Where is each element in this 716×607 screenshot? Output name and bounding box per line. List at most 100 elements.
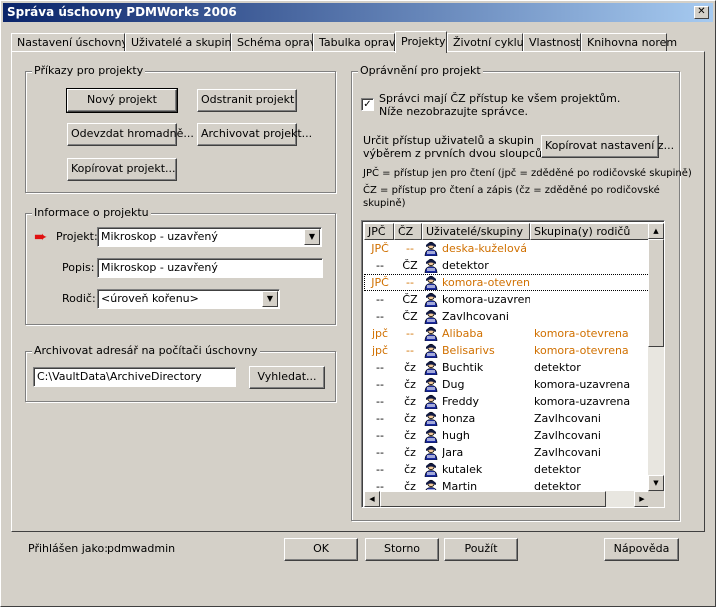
cell-cz[interactable]: čz [396, 478, 424, 490]
tab-users-groups[interactable]: Uživatelé a skupiny [125, 33, 238, 52]
copy-settings-button[interactable]: Kopírovat nastavení z... [541, 135, 674, 158]
column-jpc[interactable]: JPČ [364, 223, 394, 240]
arrow-icon: ➨ [34, 227, 48, 246]
user-icon [424, 411, 440, 426]
table-row[interactable]: -- ČZ detektor [364, 257, 650, 274]
cell-jpc[interactable]: -- [366, 376, 394, 393]
browse-button[interactable]: Vyhledat... [249, 366, 325, 389]
cell-jpc[interactable]: -- [366, 444, 394, 461]
project-select[interactable]: Mikroskop - uzavřený ▼ [97, 227, 322, 247]
cell-jpc[interactable]: JPČ [366, 274, 394, 291]
cell-jpc[interactable]: -- [366, 427, 394, 444]
tab-vault-settings[interactable]: Nastavení úschovny [11, 33, 128, 52]
cancel-button[interactable]: Storno [365, 538, 439, 561]
cell-cz[interactable]: čz [396, 444, 424, 461]
cell-cz[interactable]: čz [396, 410, 424, 427]
cell-cz[interactable]: -- [396, 274, 424, 291]
delete-project-button[interactable]: Odstranit projekt [197, 89, 297, 112]
table-row[interactable]: -- čz hugh Zavlhcovani [364, 427, 650, 444]
cell-jpc[interactable]: -- [366, 359, 394, 376]
table-row[interactable]: -- čz Freddy komora-uzavrena [364, 393, 650, 410]
cell-jpc[interactable]: jpč [366, 342, 394, 359]
scroll-down-icon[interactable]: ▼ [648, 475, 664, 491]
parent-select[interactable]: <úroveň kořenu> ▼ [97, 289, 280, 309]
archive-project-button[interactable]: Archivovat projekt... [197, 123, 312, 146]
help-button[interactable]: Nápověda [604, 538, 679, 561]
apply-button[interactable]: Použít [444, 538, 518, 561]
cell-jpc[interactable]: -- [366, 461, 394, 478]
table-row[interactable]: -- ČZ komora-uzavrena [364, 291, 650, 308]
tab-standards-library[interactable]: Knihovna norem [581, 33, 677, 52]
horizontal-scroll-thumb[interactable] [380, 491, 606, 507]
table-row[interactable]: -- čz Dug komora-uzavrena [364, 376, 650, 393]
cell-cz[interactable]: čz [396, 359, 424, 376]
cell-jpc[interactable]: jpč [366, 325, 394, 342]
archive-path-input[interactable]: C:\VaultData\ArchiveDirectory [33, 367, 236, 387]
description-input[interactable]: Mikroskop - uzavřený [97, 258, 323, 278]
column-parent-groups[interactable]: Skupina(y) rodičů [530, 223, 650, 240]
archive-group-title: Archivovat adresář na počítači úschovny [32, 344, 260, 357]
cell-jpc[interactable]: -- [366, 308, 394, 325]
title-bar: Správa úschovny PDMWorks 2006 ✕ [3, 3, 713, 22]
cell-name: Alibaba [442, 327, 484, 340]
cell-cz[interactable]: čz [396, 461, 424, 478]
cell-cz[interactable]: čz [396, 393, 424, 410]
bulk-return-button[interactable]: Odevzdat hromadně... [67, 123, 194, 146]
column-users-groups[interactable]: Uživatelé/skupiny [422, 223, 530, 240]
tab-properties[interactable]: Vlastnosti [523, 33, 583, 52]
vertical-scroll-thumb[interactable] [648, 239, 664, 347]
user-icon [424, 360, 440, 375]
table-row[interactable]: JPČ -- komora-otevrena [364, 274, 650, 291]
cell-name: deska-kuželová [442, 242, 527, 255]
column-cz[interactable]: ČZ [394, 223, 422, 240]
cell-cz[interactable]: čz [396, 376, 424, 393]
cell-name: Martin [442, 480, 478, 490]
chevron-down-icon[interactable]: ▼ [304, 229, 320, 245]
scroll-left-icon[interactable]: ◀ [364, 491, 380, 507]
table-row[interactable]: jpč -- Alibaba komora-otevrena [364, 325, 650, 342]
tab-lifecycle[interactable]: Životní cyklus [447, 33, 529, 52]
cell-jpc[interactable]: -- [366, 257, 394, 274]
ok-button[interactable]: OK [284, 538, 358, 561]
cell-cz[interactable]: -- [396, 342, 424, 359]
vertical-scrollbar[interactable]: ▲ ▼ [648, 223, 664, 491]
table-row[interactable]: -- čz honza Zavlhcovani [364, 410, 650, 427]
permissions-listview[interactable]: JPČ ČZ Uživatelé/skupiny Skupina(y) rodi… [361, 220, 665, 508]
table-row[interactable]: -- čz Jara Zavlhcovani [364, 444, 650, 461]
new-project-button[interactable]: Nový projekt [66, 88, 178, 113]
cell-cz[interactable]: ČZ [396, 257, 424, 274]
close-icon[interactable]: ✕ [694, 6, 709, 19]
cell-jpc[interactable]: -- [366, 291, 394, 308]
cell-jpc[interactable]: -- [366, 393, 394, 410]
tab-projects[interactable]: Projekty [395, 31, 447, 53]
copy-project-button[interactable]: Kopírovat projekt... [67, 158, 177, 181]
cell-parent: komora-uzavrena [534, 395, 631, 408]
table-row[interactable]: -- čz Buchtik detektor [364, 359, 650, 376]
cell-cz[interactable]: čz [396, 427, 424, 444]
table-row[interactable]: -- čz kutalek detektor [364, 461, 650, 478]
cell-jpc[interactable]: -- [366, 410, 394, 427]
cell-cz[interactable]: ČZ [396, 291, 424, 308]
user-icon [424, 394, 440, 409]
permissions-group-title: Oprávnění pro projekt [358, 64, 483, 77]
cell-jpc[interactable]: JPČ [366, 240, 394, 257]
horizontal-scrollbar[interactable]: ◀ ▶ [364, 491, 650, 507]
admins-checkbox[interactable]: ✓ [361, 98, 374, 111]
cell-cz[interactable]: -- [396, 325, 424, 342]
chevron-down-icon[interactable]: ▼ [262, 291, 278, 307]
table-row[interactable]: -- ČZ Zavlhcovani [364, 308, 650, 325]
user-icon [424, 292, 440, 307]
cell-jpc[interactable]: -- [366, 478, 394, 490]
scroll-up-icon[interactable]: ▲ [648, 223, 664, 239]
table-row[interactable]: JPČ -- deska-kuželová [364, 240, 650, 257]
table-row[interactable]: jpč -- Belisarivs komora-otevrena [364, 342, 650, 359]
cell-cz[interactable]: ČZ [396, 308, 424, 325]
user-icon [424, 377, 440, 392]
cell-name: honza [442, 412, 476, 425]
cell-cz[interactable]: -- [396, 240, 424, 257]
username: pdmwadmin [107, 542, 176, 555]
tab-revision-table[interactable]: Tabulka oprav [313, 33, 396, 52]
tab-revision-scheme[interactable]: Schéma oprav [231, 33, 316, 52]
table-row[interactable]: -- čz Martin detektor [364, 478, 650, 490]
cell-parent: Zavlhcovani [534, 412, 601, 425]
